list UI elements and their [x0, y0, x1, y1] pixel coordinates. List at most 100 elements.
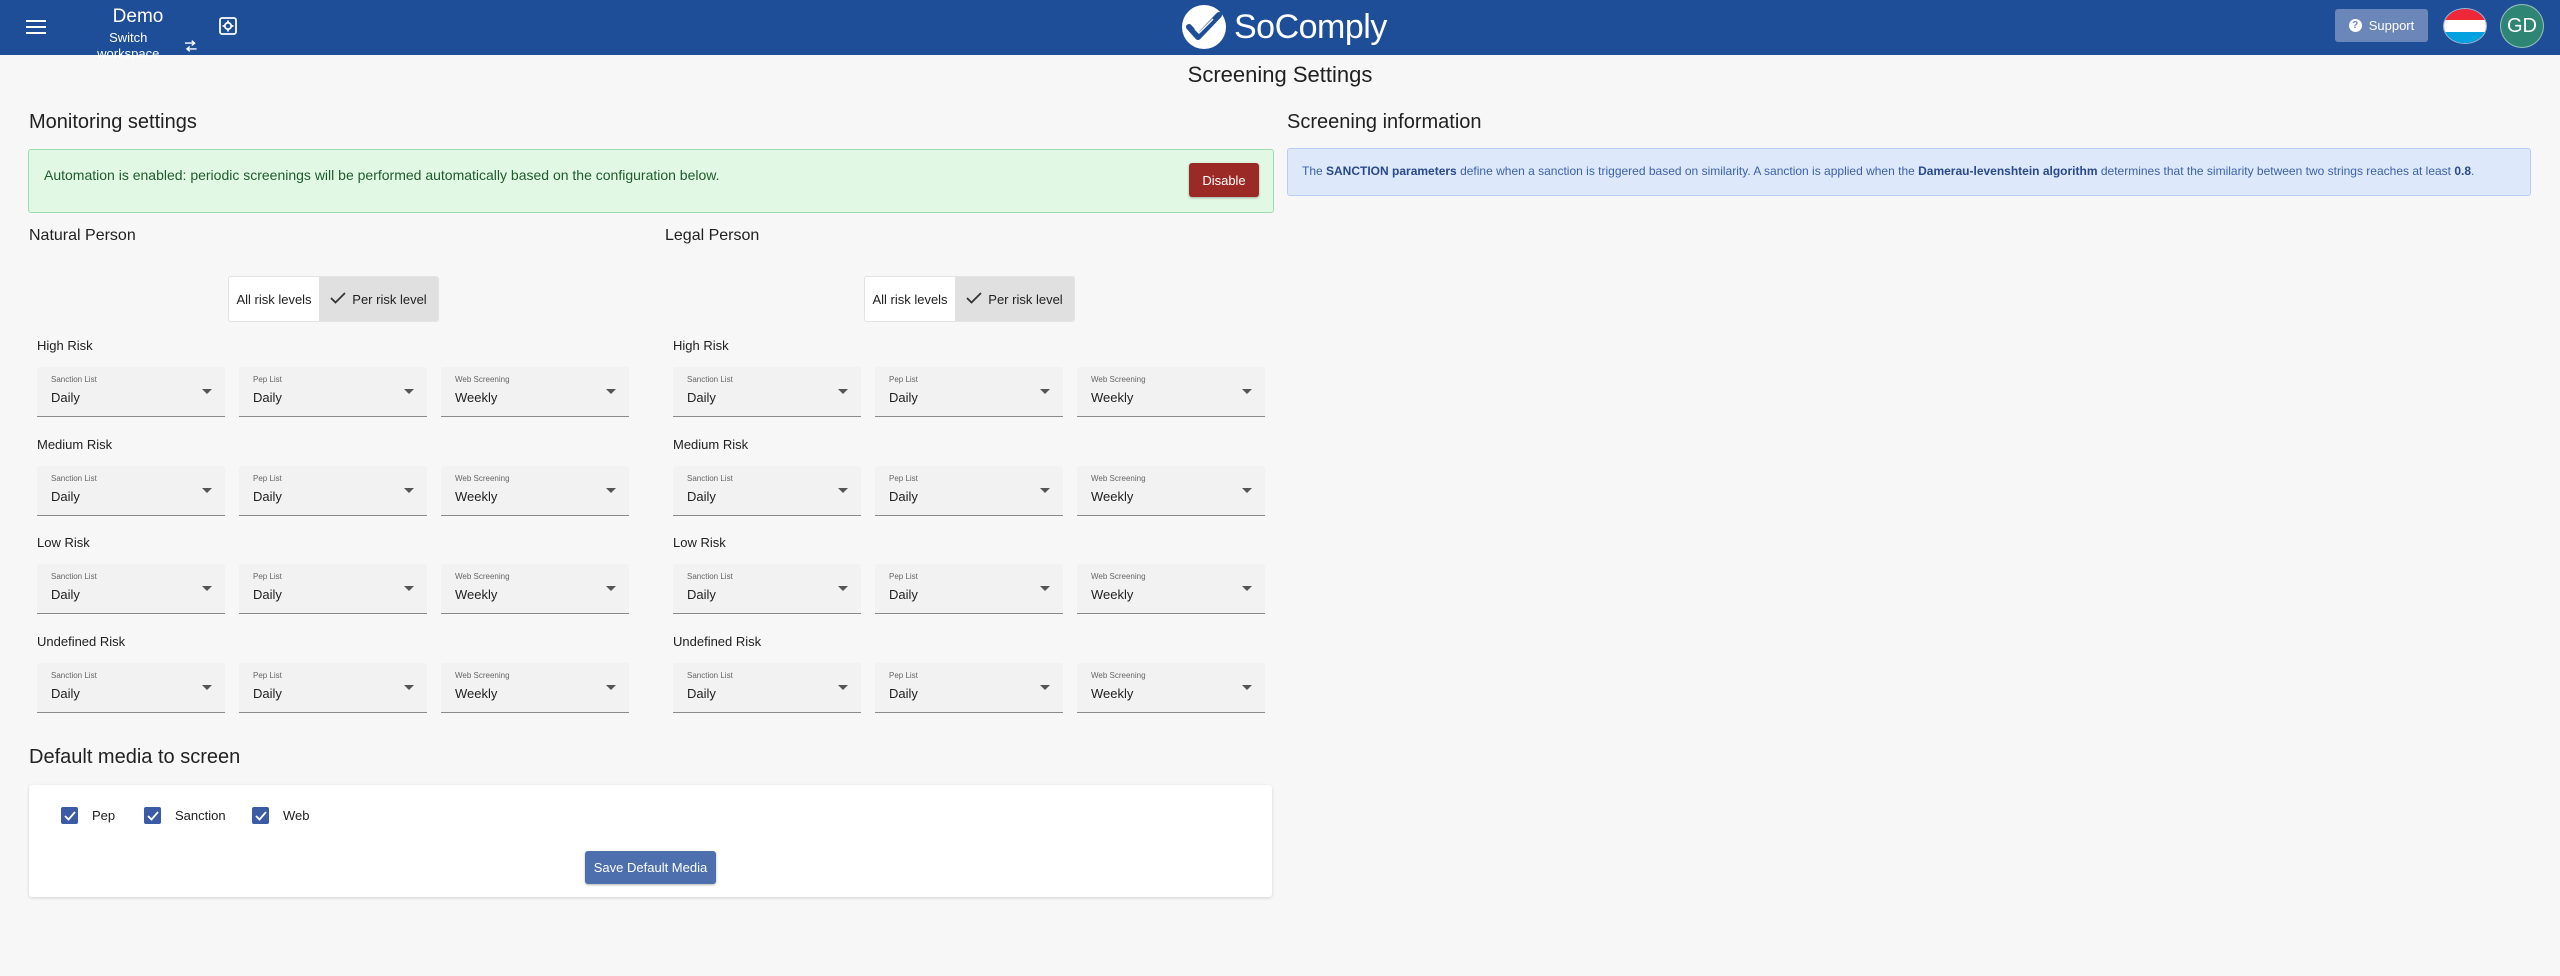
select-value: Weekly — [1091, 390, 1134, 405]
logo: SoComply — [1182, 3, 1387, 51]
support-button[interactable]: ? Support — [2335, 9, 2428, 42]
all-risk-levels-label: All risk levels — [236, 291, 312, 307]
sanction-frequency-select[interactable]: Sanction List Daily — [673, 663, 861, 713]
pep-checkbox[interactable]: Pep — [61, 807, 115, 824]
web-frequency-select[interactable]: Web Screening Weekly — [1077, 367, 1265, 417]
logo-check-icon — [1182, 5, 1226, 49]
select-label: Pep List — [889, 572, 918, 581]
sanction-frequency-select[interactable]: Sanction List Daily — [37, 663, 225, 713]
automation-message: Automation is enabled: periodic screenin… — [44, 167, 720, 183]
all-risk-levels-toggle[interactable]: All risk levels — [229, 277, 319, 321]
sanction-parameters-term: SANCTION parameters — [1326, 164, 1457, 178]
select-label: Sanction List — [51, 474, 97, 483]
risk-level-label: Medium Risk — [673, 437, 749, 452]
web-frequency-select[interactable]: Web Screening Weekly — [441, 466, 629, 516]
dropdown-arrow-icon — [838, 685, 848, 690]
language-flag-icon[interactable] — [2443, 8, 2487, 44]
web-frequency-select[interactable]: Web Screening Weekly — [441, 367, 629, 417]
default-media-title: Default media to screen — [29, 746, 241, 768]
algorithm-term: Damerau-levenshtein algorithm — [1918, 164, 2098, 178]
pep-frequency-select[interactable]: Pep List Daily — [875, 564, 1063, 614]
select-value: Daily — [889, 489, 918, 504]
settings-icon[interactable] — [217, 15, 239, 37]
pep-label: Pep — [92, 808, 116, 823]
sanction-frequency-select[interactable]: Sanction List Daily — [673, 564, 861, 614]
checkbox-checked-icon — [252, 807, 269, 824]
swap-icon — [185, 40, 198, 52]
save-default-media-button[interactable]: Save Default Media — [585, 851, 716, 884]
sanction-frequency-select[interactable]: Sanction List Daily — [673, 367, 861, 417]
select-value: Daily — [889, 686, 918, 701]
sanction-frequency-select[interactable]: Sanction List Daily — [37, 367, 225, 417]
per-risk-level-toggle[interactable]: Per risk level — [319, 277, 438, 321]
select-label: Sanction List — [687, 375, 733, 384]
menu-icon[interactable] — [26, 17, 46, 37]
sanction-frequency-select[interactable]: Sanction List Daily — [673, 466, 861, 516]
dropdown-arrow-icon — [404, 685, 414, 690]
threshold-value: 0.8 — [2454, 164, 2472, 178]
sanction-frequency-select[interactable]: Sanction List Daily — [37, 564, 225, 614]
select-value: Weekly — [1091, 686, 1134, 701]
select-value: Weekly — [455, 489, 498, 504]
web-frequency-select[interactable]: Web Screening Weekly — [1077, 663, 1265, 713]
dropdown-arrow-icon — [1242, 488, 1252, 493]
pep-frequency-select[interactable]: Pep List Daily — [239, 564, 427, 614]
select-value: Weekly — [455, 390, 498, 405]
flag-stripe-red — [2444, 9, 2486, 21]
select-label: Pep List — [889, 474, 918, 483]
pep-frequency-select[interactable]: Pep List Daily — [239, 367, 427, 417]
select-value: Daily — [253, 390, 282, 405]
select-label: Sanction List — [51, 671, 97, 680]
dropdown-arrow-icon — [606, 586, 616, 591]
user-avatar[interactable]: GD — [2500, 4, 2544, 48]
dropdown-arrow-icon — [838, 389, 848, 394]
pep-frequency-select[interactable]: Pep List Daily — [239, 663, 427, 713]
checkbox-checked-icon — [61, 807, 78, 824]
select-label: Pep List — [889, 671, 918, 680]
pep-frequency-select[interactable]: Pep List Daily — [239, 466, 427, 516]
select-value: Daily — [253, 489, 282, 504]
risk-level-label: Medium Risk — [37, 437, 113, 452]
sanction-label: Sanction — [175, 808, 226, 823]
dropdown-arrow-icon — [202, 685, 212, 690]
select-label: Sanction List — [687, 572, 733, 581]
select-value: Weekly — [1091, 489, 1134, 504]
web-frequency-select[interactable]: Web Screening Weekly — [441, 663, 629, 713]
per-risk-level-toggle[interactable]: Per risk level — [955, 277, 1074, 321]
pep-frequency-select[interactable]: Pep List Daily — [875, 663, 1063, 713]
check-icon — [966, 291, 982, 307]
select-value: Daily — [51, 489, 80, 504]
dropdown-arrow-icon — [404, 586, 414, 591]
select-label: Web Screening — [455, 474, 510, 483]
flag-stripe-white — [2444, 20, 2486, 32]
select-value: Daily — [51, 686, 80, 701]
web-frequency-select[interactable]: Web Screening Weekly — [1077, 564, 1265, 614]
pep-frequency-select[interactable]: Pep List Daily — [875, 367, 1063, 417]
natural-person-title: Natural Person — [29, 227, 136, 244]
workspace-switcher[interactable]: Demo Switch workspace — [78, 5, 198, 62]
all-risk-levels-toggle[interactable]: All risk levels — [865, 277, 955, 321]
dropdown-arrow-icon — [202, 586, 212, 591]
web-frequency-select[interactable]: Web Screening Weekly — [441, 564, 629, 614]
select-label: Pep List — [253, 671, 282, 680]
dropdown-arrow-icon — [838, 586, 848, 591]
web-checkbox[interactable]: Web — [252, 807, 310, 824]
select-label: Web Screening — [455, 375, 510, 384]
disable-button[interactable]: Disable — [1189, 163, 1259, 197]
select-label: Web Screening — [1091, 671, 1146, 680]
sanction-frequency-select[interactable]: Sanction List Daily — [37, 466, 225, 516]
select-label: Sanction List — [51, 572, 97, 581]
select-label: Web Screening — [1091, 474, 1146, 483]
dropdown-arrow-icon — [1040, 685, 1050, 690]
workspace-name: Demo — [112, 6, 164, 27]
dropdown-arrow-icon — [1242, 586, 1252, 591]
web-label: Web — [283, 808, 310, 823]
switch-workspace-link[interactable]: Switch workspace — [78, 30, 198, 62]
web-frequency-select[interactable]: Web Screening Weekly — [1077, 466, 1265, 516]
risk-level-label: Undefined Risk — [673, 634, 762, 649]
select-label: Web Screening — [455, 671, 510, 680]
sanction-checkbox[interactable]: Sanction — [144, 807, 226, 824]
pep-frequency-select[interactable]: Pep List Daily — [875, 466, 1063, 516]
select-label: Pep List — [253, 474, 282, 483]
select-value: Weekly — [1091, 587, 1134, 602]
